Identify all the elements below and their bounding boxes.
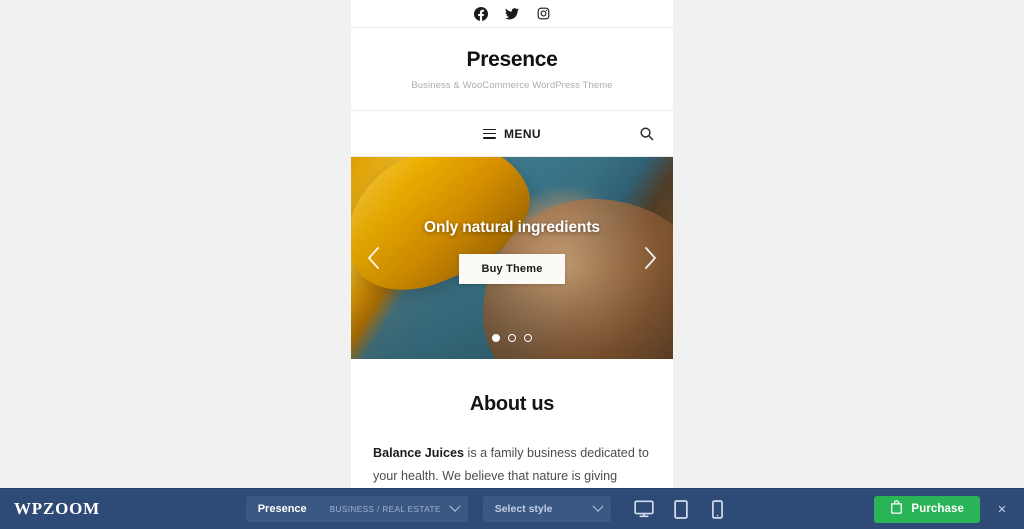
hero-slide-content: Only natural ingredients Buy Theme <box>351 219 673 285</box>
desktop-icon[interactable] <box>633 498 655 520</box>
wpzoom-logo[interactable]: WPZOOM <box>14 499 100 519</box>
style-select-dropdown[interactable]: Select style <box>482 496 611 522</box>
about-section: About us Balance Juices is a family busi… <box>351 359 673 488</box>
search-icon[interactable] <box>637 125 655 143</box>
buy-theme-button[interactable]: Buy Theme <box>459 254 565 285</box>
hero-slider: Only natural ingredients Buy Theme <box>351 157 673 360</box>
purchase-button[interactable]: Purchase <box>874 495 980 523</box>
theme-select-category: BUSINESS / REAL ESTATE <box>329 504 441 514</box>
device-preview-switcher <box>633 498 729 520</box>
about-heading: About us <box>469 393 555 416</box>
style-select-label: Select style <box>494 503 553 515</box>
mobile-icon[interactable] <box>707 498 729 520</box>
site-branding: Presence Business & WooCommerce WordPres… <box>351 28 673 112</box>
hero-slide-title: Only natural ingredients <box>424 219 600 237</box>
instagram-icon[interactable] <box>536 7 550 21</box>
menu-toggle-button[interactable]: MENU <box>351 127 673 141</box>
site-navbar: MENU <box>351 111 673 158</box>
chevron-left-icon[interactable] <box>363 241 385 275</box>
about-lead-bold: Balance Juices <box>373 446 465 461</box>
theme-select-dropdown[interactable]: Presence BUSINESS / REAL ESTATE <box>245 496 468 522</box>
wpzoom-preview-toolbar: WPZOOM Presence BUSINESS / REAL ESTATE S… <box>0 488 1024 529</box>
social-links-bar <box>351 0 673 28</box>
purchase-button-label: Purchase <box>911 503 964 515</box>
chevron-down-icon <box>592 500 604 512</box>
site-title[interactable]: Presence <box>361 48 663 71</box>
shopping-bag-icon <box>890 499 903 519</box>
theme-preview-frame: Presence Business & WooCommerce WordPres… <box>351 0 673 489</box>
facebook-icon[interactable] <box>474 6 488 21</box>
tablet-icon[interactable] <box>670 498 692 520</box>
about-paragraph: Balance Juices is a family business dedi… <box>373 442 651 488</box>
close-icon[interactable]: × <box>994 501 1010 517</box>
chevron-right-icon[interactable] <box>639 241 661 275</box>
hamburger-icon <box>483 128 497 139</box>
site-tagline: Business & WooCommerce WordPress Theme <box>411 80 613 92</box>
slider-dot-2[interactable] <box>508 334 516 343</box>
slider-dot-3[interactable] <box>524 334 532 343</box>
chevron-down-icon <box>449 500 461 512</box>
theme-select-name: Presence <box>257 503 307 515</box>
slider-dot-1[interactable] <box>492 334 500 343</box>
twitter-icon[interactable] <box>505 7 519 21</box>
slider-pagination <box>351 334 673 343</box>
menu-toggle-label: MENU <box>504 126 541 141</box>
